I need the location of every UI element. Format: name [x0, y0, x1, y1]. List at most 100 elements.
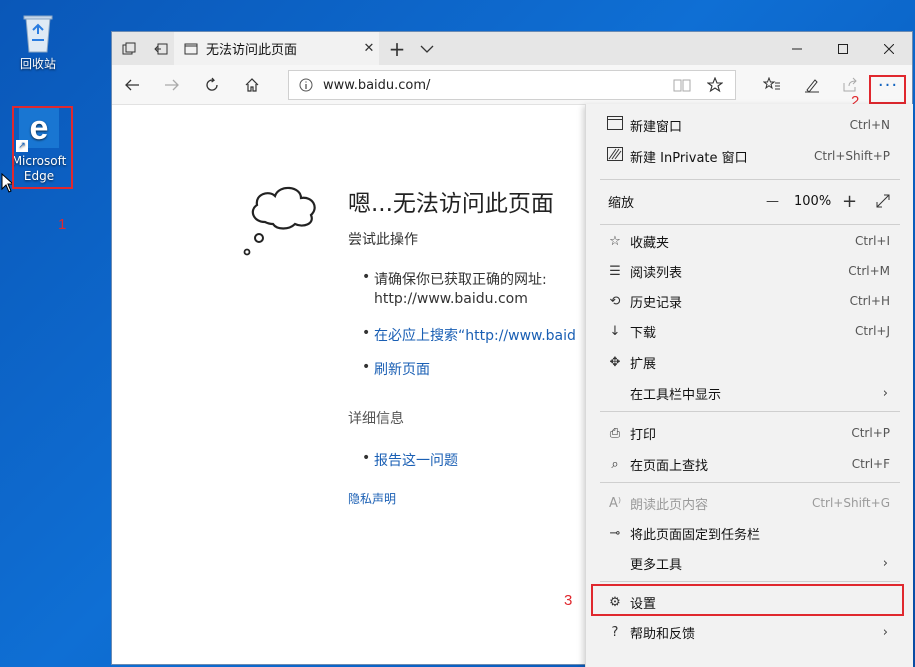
question-icon: ?	[611, 624, 619, 640]
download-icon: ↓	[609, 323, 621, 339]
maximize-button[interactable]	[820, 32, 866, 65]
read-aloud-shortcut: Ctrl+Shift+G	[811, 496, 890, 510]
report-issue-link[interactable]: 报告这一问题	[374, 453, 458, 469]
new-window-shortcut: Ctrl+N	[849, 118, 890, 132]
title-bar: 无法访问此页面 ✕ +	[112, 32, 912, 65]
close-tab-icon[interactable]: ✕	[359, 41, 379, 56]
menu-help-feedback[interactable]: ? 帮助和反馈 ›	[586, 617, 902, 647]
cloud-icon	[243, 186, 316, 256]
menu-reading-list[interactable]: ☰ 阅读列表 Ctrl+M	[586, 256, 902, 286]
menu-read-aloud[interactable]: A⁾ 朗读此页内容 Ctrl+Shift+G	[586, 488, 902, 518]
star-icon[interactable]	[707, 77, 723, 93]
menu-print[interactable]: ⎙ 打印 Ctrl+P	[586, 418, 902, 448]
close-icon	[884, 43, 894, 54]
details-label[interactable]: 详细信息	[348, 408, 404, 428]
menu-new-window[interactable]: 新建窗口 Ctrl+N	[586, 110, 902, 140]
set-aside-button[interactable]	[144, 32, 178, 65]
zoom-out-button[interactable]: —	[766, 194, 779, 209]
favorites-star-list-icon: ☆	[609, 233, 621, 249]
downloads-shortcut: Ctrl+J	[855, 324, 890, 338]
annotation-box-3	[591, 584, 904, 616]
recycle-bin-icon	[23, 15, 53, 53]
url-text: www.baidu.com/	[323, 77, 431, 93]
search-bing-link[interactable]: 在必应上搜索“http://www.baid	[374, 328, 576, 344]
tabs-aside-icon	[154, 43, 168, 54]
menu-separator	[600, 411, 900, 412]
menu-separator	[600, 482, 900, 483]
menu-zoom: 缩放 — 100% +	[586, 186, 902, 216]
recycle-bin-shortcut[interactable]: 回收站	[8, 8, 68, 72]
settings-more-menu: 新建窗口 Ctrl+N 新建 InPrivate 窗口 Ctrl+Shift+P…	[585, 104, 913, 667]
try-this-label: 尝试此操作	[348, 232, 418, 248]
menu-downloads[interactable]: ↓ 下载 Ctrl+J	[586, 316, 902, 346]
refresh-button[interactable]	[196, 69, 228, 101]
favorites-hub-button[interactable]	[756, 69, 788, 101]
new-tab-button[interactable]: +	[380, 32, 414, 65]
more-tools-label: 更多工具	[630, 557, 683, 573]
show-in-toolbar-label: 在工具栏中显示	[630, 387, 722, 403]
menu-show-in-toolbar[interactable]: 在工具栏中显示 ›	[586, 378, 902, 408]
annotation-box-1	[12, 106, 73, 189]
fullscreen-icon[interactable]	[876, 194, 890, 208]
reading-list-shortcut: Ctrl+M	[848, 264, 890, 278]
zoom-in-button[interactable]: +	[842, 191, 857, 212]
menu-history[interactable]: ⟲ 历史记录 Ctrl+H	[586, 286, 902, 316]
menu-separator	[600, 581, 900, 582]
arrow-left-icon	[125, 79, 139, 91]
read-aloud-icon: A⁾	[608, 495, 622, 511]
tab-title: 无法访问此页面	[206, 43, 298, 58]
minimize-button[interactable]	[774, 32, 820, 65]
check-url-text: 请确保你已获取正确的网址:	[374, 272, 547, 288]
close-window-button[interactable]	[866, 32, 912, 65]
chevron-right-icon: ›	[882, 624, 888, 640]
menu-separator	[600, 224, 900, 225]
tab-list-button[interactable]	[410, 32, 444, 65]
navigation-bar: www.baidu.com/ ···	[112, 65, 912, 105]
address-bar[interactable]: www.baidu.com/	[288, 70, 736, 100]
menu-more-tools[interactable]: 更多工具 ›	[586, 548, 902, 578]
bullet-search-bing: 在必应上搜索“http://www.baid	[362, 325, 576, 345]
inprivate-icon	[606, 147, 624, 165]
read-aloud-label: 朗读此页内容	[630, 497, 709, 513]
tab-active[interactable]: 无法访问此页面 ✕	[174, 32, 379, 65]
find-on-page-shortcut: Ctrl+F	[851, 457, 890, 471]
web-note-button[interactable]	[796, 69, 828, 101]
bullet-check-url: 请确保你已获取正确的网址:	[362, 269, 547, 289]
downloads-label: 下载	[630, 325, 657, 341]
new-inprivate-shortcut: Ctrl+Shift+P	[814, 149, 890, 163]
new-window-icon	[606, 116, 624, 134]
favorites-shortcut: Ctrl+I	[855, 234, 890, 248]
favorites-label: 收藏夹	[630, 235, 670, 251]
refresh-page-link[interactable]: 刷新页面	[374, 362, 430, 378]
menu-find-on-page[interactable]: ⌕ 在页面上查找 Ctrl+F	[586, 449, 902, 479]
menu-favorites[interactable]: ☆ 收藏夹 Ctrl+I	[586, 226, 902, 256]
menu-pin-taskbar[interactable]: ⊸ 将此页面固定到任务栏	[586, 518, 902, 548]
home-button[interactable]	[236, 69, 268, 101]
share-button[interactable]	[834, 69, 866, 101]
arrow-right-icon	[165, 79, 179, 91]
tab-preview-button[interactable]	[112, 32, 146, 65]
check-url-address: http://www.baidu.com	[374, 291, 528, 307]
info-icon[interactable]	[299, 78, 313, 92]
page-icon	[184, 43, 198, 54]
extensions-label: 扩展	[630, 356, 657, 372]
print-shortcut: Ctrl+P	[851, 426, 890, 440]
refresh-icon	[206, 77, 218, 91]
back-button[interactable]	[116, 69, 148, 101]
pin-taskbar-label: 将此页面固定到任务栏	[630, 527, 761, 543]
help-feedback-label: 帮助和反馈	[630, 626, 696, 642]
print-label: 打印	[630, 427, 657, 443]
reading-view-icon[interactable]	[673, 78, 691, 92]
privacy-link[interactable]: 隐私声明	[348, 490, 396, 507]
menu-new-inprivate[interactable]: 新建 InPrivate 窗口 Ctrl+Shift+P	[586, 141, 902, 171]
bullet-report: 报告这一问题	[362, 450, 458, 470]
annotation-number-3: 3	[564, 592, 573, 609]
page-title: 嗯...无法访问此页面	[348, 191, 554, 217]
menu-extensions[interactable]: ✥ 扩展	[586, 347, 902, 377]
annotation-box-2	[869, 75, 906, 104]
reading-list-icon: ☰	[609, 263, 621, 279]
chevron-right-icon: ›	[882, 385, 888, 401]
maximize-icon	[838, 43, 848, 54]
chevron-down-icon	[420, 45, 434, 53]
forward-button[interactable]	[156, 69, 188, 101]
